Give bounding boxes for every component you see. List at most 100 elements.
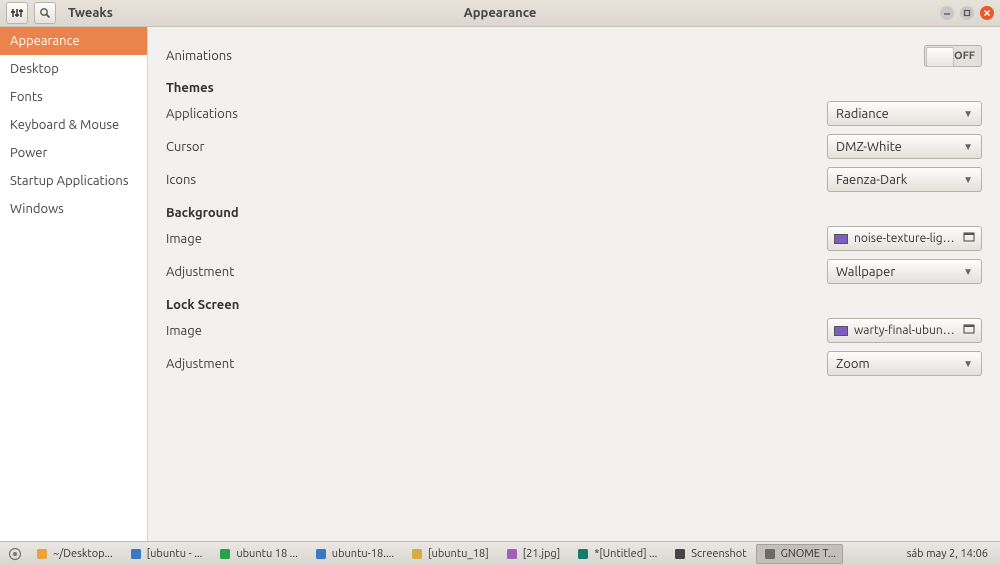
task-label: [ubuntu - ... <box>147 548 203 560</box>
search-button[interactable] <box>34 2 56 24</box>
lockscreen-adjustment-row: Adjustment Zoom ▼ <box>166 347 982 380</box>
image-thumbnail-icon <box>834 326 848 336</box>
sidebar-item-label: Fonts <box>10 90 43 104</box>
animations-toggle[interactable]: OFF <box>924 45 982 67</box>
combo-value: Wallpaper <box>836 265 895 279</box>
task-label: [ubuntu_18] <box>428 548 489 560</box>
chevron-down-icon: ▼ <box>963 266 973 278</box>
combo-value: DMZ-White <box>836 140 902 154</box>
window-controls <box>940 6 994 20</box>
task-items: ~/Desktop... [ubuntu - ... ubuntu 18 ... ub… <box>28 544 843 564</box>
task-label: *[Untitled] ... <box>594 548 657 560</box>
lockscreen-heading: Lock Screen <box>166 288 982 314</box>
sidebar-item-windows[interactable]: Windows <box>0 195 147 223</box>
app-name: Tweaks <box>68 6 113 20</box>
lockscreen-image-label: Image <box>166 324 202 338</box>
lockscreen-adjustment-combo[interactable]: Zoom ▼ <box>827 351 982 376</box>
background-heading: Background <box>166 196 982 222</box>
page-title: Appearance <box>464 6 537 20</box>
sidebar-item-label: Windows <box>10 202 64 216</box>
background-adjustment-label: Adjustment <box>166 265 234 279</box>
background-image-row: Image noise-texture-light.png <box>166 222 982 255</box>
show-desktop-button[interactable] <box>4 544 26 564</box>
background-image-label: Image <box>166 232 202 246</box>
cursor-label: Cursor <box>166 140 204 154</box>
minimize-button[interactable] <box>940 6 954 20</box>
taskbar: ~/Desktop... [ubuntu - ... ubuntu 18 ... ub… <box>0 541 1000 565</box>
close-button[interactable] <box>980 6 994 20</box>
app-icon <box>129 547 143 561</box>
task-item[interactable]: [ubuntu - ... <box>122 544 210 564</box>
task-item[interactable]: [ubuntu_18] <box>403 544 496 564</box>
sidebar-item-fonts[interactable]: Fonts <box>0 83 147 111</box>
app-icon <box>763 547 777 561</box>
task-item[interactable]: Screenshot <box>666 544 753 564</box>
open-file-icon <box>963 323 975 338</box>
titlebar-left-controls: Tweaks <box>0 2 113 24</box>
task-item[interactable]: ~/Desktop... <box>28 544 120 564</box>
lockscreen-image-row: Image warty-final-ubuntu.png <box>166 314 982 347</box>
chevron-down-icon: ▼ <box>963 141 973 153</box>
sidebar-item-label: Keyboard & Mouse <box>10 118 119 132</box>
animations-row: Animations OFF <box>166 41 982 71</box>
chevron-down-icon: ▼ <box>963 174 973 186</box>
applications-combo[interactable]: Radiance ▼ <box>827 101 982 126</box>
sidebar-item-keyboard-mouse[interactable]: Keyboard & Mouse <box>0 111 147 139</box>
cursor-combo[interactable]: DMZ-White ▼ <box>827 134 982 159</box>
task-label: [21.jpg] <box>523 548 560 560</box>
task-label: ubuntu-18.... <box>332 548 394 560</box>
task-item[interactable]: [21.jpg] <box>498 544 567 564</box>
sidebar: Appearance Desktop Fonts Keyboard & Mous… <box>0 27 148 541</box>
filename: warty-final-ubuntu.png <box>854 324 957 337</box>
titlebar: Tweaks Appearance <box>0 0 1000 27</box>
app-icon <box>218 547 232 561</box>
cursor-row: Cursor DMZ-White ▼ <box>166 130 982 163</box>
app-icon <box>576 547 590 561</box>
sidebar-item-label: Desktop <box>10 62 59 76</box>
icons-row: Icons Faenza-Dark ▼ <box>166 163 982 196</box>
image-thumbnail-icon <box>834 234 848 244</box>
filename: noise-texture-light.png <box>854 232 957 245</box>
lockscreen-image-chooser[interactable]: warty-final-ubuntu.png <box>827 318 982 343</box>
open-file-icon <box>963 231 975 246</box>
maximize-button[interactable] <box>960 6 974 20</box>
sidebar-item-desktop[interactable]: Desktop <box>0 55 147 83</box>
sidebar-item-appearance[interactable]: Appearance <box>0 27 147 55</box>
toggle-text: OFF <box>954 50 975 62</box>
background-image-chooser[interactable]: noise-texture-light.png <box>827 226 982 251</box>
chevron-down-icon: ▼ <box>963 108 973 120</box>
applications-label: Applications <box>166 107 238 121</box>
icons-label: Icons <box>166 173 196 187</box>
background-adjustment-combo[interactable]: Wallpaper ▼ <box>827 259 982 284</box>
themes-heading: Themes <box>166 71 982 97</box>
task-item[interactable]: ubuntu-18.... <box>307 544 401 564</box>
task-label: ~/Desktop... <box>53 548 113 560</box>
app-icon <box>673 547 687 561</box>
sidebar-item-label: Power <box>10 146 47 160</box>
icons-combo[interactable]: Faenza-Dark ▼ <box>827 167 982 192</box>
applications-row: Applications Radiance ▼ <box>166 97 982 130</box>
background-adjustment-row: Adjustment Wallpaper ▼ <box>166 255 982 288</box>
sidebar-item-label: Appearance <box>10 34 80 48</box>
combo-value: Faenza-Dark <box>836 173 907 187</box>
content-pane: Animations OFF Themes Applications Radia… <box>148 27 1000 541</box>
tweaks-app-icon[interactable] <box>6 2 28 24</box>
task-label: GNOME T... <box>781 548 836 560</box>
task-item[interactable]: ubuntu 18 ... <box>211 544 304 564</box>
task-item[interactable]: GNOME T... <box>756 544 843 564</box>
app-icon <box>35 547 49 561</box>
chevron-down-icon: ▼ <box>963 358 973 370</box>
main-area: Appearance Desktop Fonts Keyboard & Mous… <box>0 27 1000 541</box>
sidebar-item-label: Startup Applications <box>10 174 128 188</box>
lockscreen-adjustment-label: Adjustment <box>166 357 234 371</box>
animations-label: Animations <box>166 49 232 63</box>
sidebar-item-startup-applications[interactable]: Startup Applications <box>0 167 147 195</box>
task-label: ubuntu 18 ... <box>236 548 297 560</box>
app-icon <box>410 547 424 561</box>
clock[interactable]: sáb may 2, 14:06 <box>899 548 996 560</box>
sidebar-item-power[interactable]: Power <box>0 139 147 167</box>
combo-value: Zoom <box>836 357 870 371</box>
app-icon <box>505 547 519 561</box>
task-item[interactable]: *[Untitled] ... <box>569 544 664 564</box>
task-label: Screenshot <box>691 548 746 560</box>
